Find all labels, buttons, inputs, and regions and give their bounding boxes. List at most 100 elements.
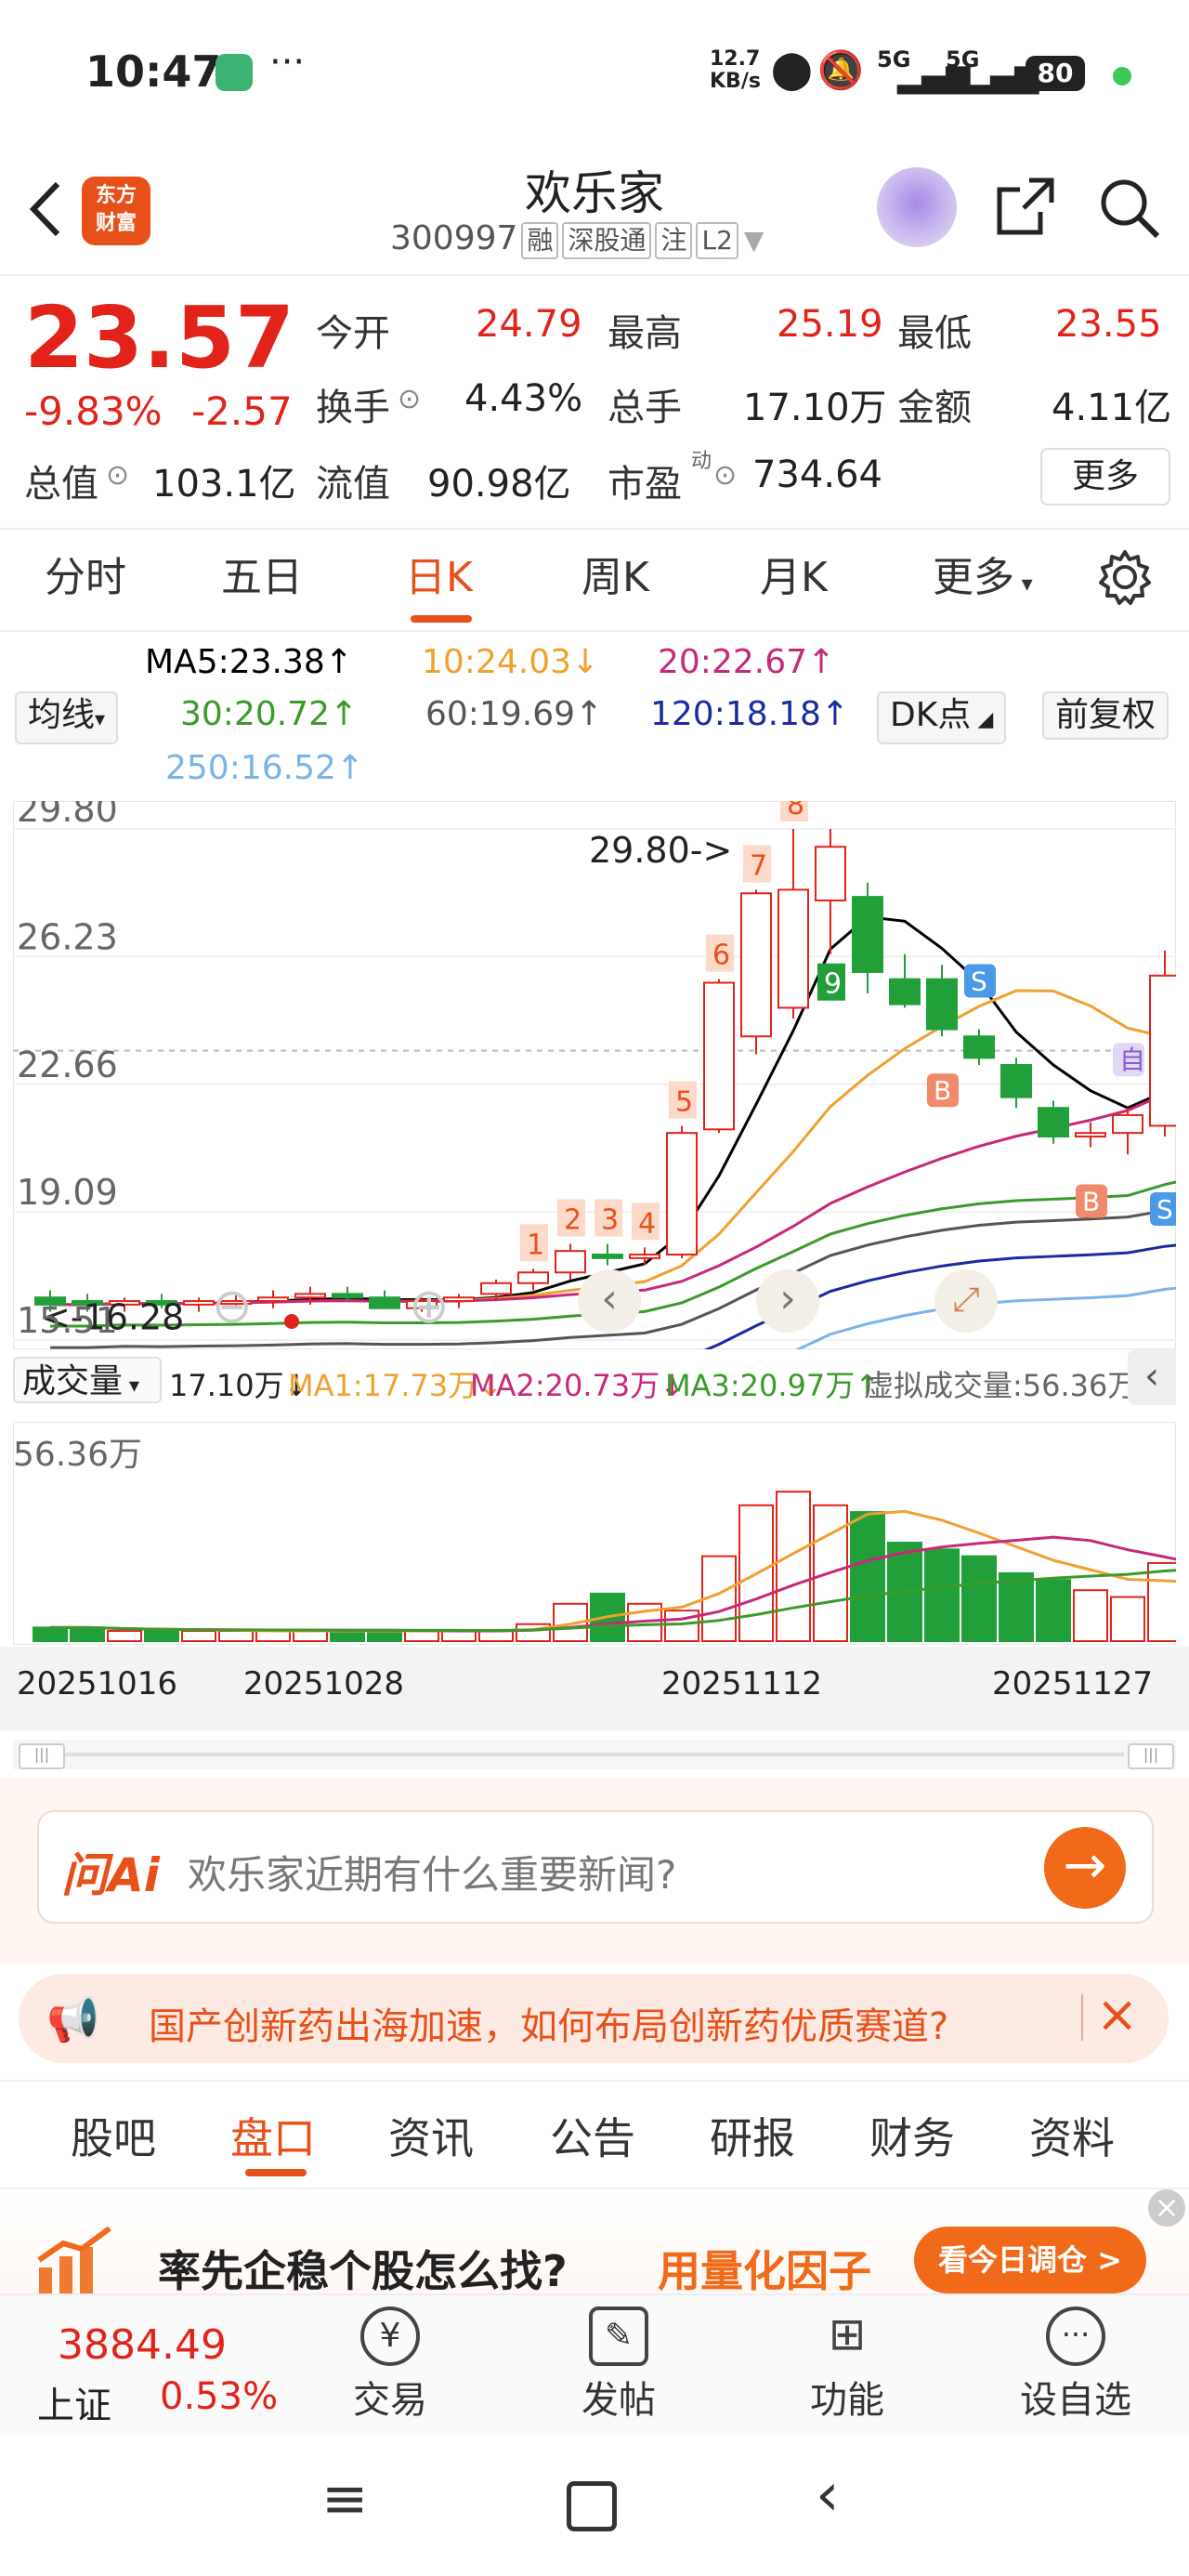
virtual-volume: 虚拟成交量:56.36万 — [864, 1368, 1138, 1403]
tab-five-day[interactable]: 五日 — [221, 544, 303, 603]
candle-body — [629, 1254, 660, 1259]
nav-functions[interactable]: ⊞ 功能 — [773, 2295, 921, 2424]
tab-intraday[interactable]: 分时 — [45, 544, 126, 603]
candle-body — [963, 1035, 995, 1059]
news-banner[interactable]: 📢 国产创新药出海加速，如何布局创新药优质赛道? × — [19, 1974, 1169, 2063]
fullscreen-icon[interactable]: ⤢ — [934, 1269, 998, 1333]
search-icon[interactable] — [1096, 175, 1163, 242]
next-icon[interactable]: › — [756, 1269, 819, 1333]
zoom-in-icon[interactable]: ⊕ — [409, 1279, 450, 1334]
tab-daily-k[interactable]: 日K — [405, 544, 473, 603]
tab-research[interactable]: 研报 — [710, 2105, 795, 2166]
home-icon[interactable] — [567, 2481, 617, 2531]
menu-icon[interactable]: ≡ — [321, 2466, 368, 2531]
index-value[interactable]: 3884.49 — [58, 2321, 227, 2369]
tab-weekly-k[interactable]: 周K — [581, 544, 649, 603]
tab-more[interactable]: 更多 ▾ — [933, 544, 1033, 603]
tab-finance[interactable]: 财务 — [869, 2105, 955, 2166]
volume-bar — [367, 1630, 402, 1642]
ma10-label: 10:24.03↓ — [422, 643, 600, 681]
mute-icon: 🔕 — [817, 49, 864, 92]
ma-type-select[interactable]: 均线▾ — [15, 691, 119, 744]
nine-label: 7 — [750, 849, 767, 882]
adjust-button[interactable]: 前复权 — [1042, 691, 1169, 740]
zoom-out-icon[interactable]: ⊖ — [212, 1279, 253, 1334]
yen-icon: ¥ — [360, 2307, 420, 2366]
tag-l2[interactable]: L2 — [696, 222, 738, 259]
ai-submit-arrow-icon[interactable]: → — [1044, 1827, 1126, 1909]
promo-banner[interactable]: 率先企稳个股怎么找? 用量化因子 看今日调仓 > × — [0, 2189, 1189, 2296]
volume-chart[interactable] — [13, 1422, 1176, 1645]
volume-bar — [441, 1630, 477, 1642]
candle-body — [183, 1300, 215, 1306]
nav-post[interactable]: ✎ 发帖 — [544, 2295, 693, 2424]
volume-bar — [181, 1630, 216, 1642]
vol-ma2: MA2:20.73万↓ — [470, 1368, 686, 1403]
index-change[interactable]: 0.53% — [160, 2375, 278, 2418]
prev-icon[interactable]: ‹ — [578, 1269, 641, 1333]
info-icon[interactable]: ⊙ — [106, 459, 129, 492]
close-icon[interactable]: × — [1096, 1985, 1138, 2044]
candle-body — [852, 896, 883, 973]
info-icon[interactable]: ⊙ — [398, 383, 421, 415]
volume-bar — [1036, 1579, 1071, 1643]
ma120-label: 120:18.18↑ — [650, 695, 850, 733]
robot-avatar-icon[interactable] — [877, 167, 957, 247]
volume-bar — [961, 1555, 997, 1642]
dk-points-button[interactable]: DK点 ◢ — [877, 691, 1007, 744]
active-tab-indicator — [411, 615, 472, 623]
status-bar: 10:47 ··· 12.7 KB/s ⬤ 🔕 5G ▂▄▆ 5G ▂▄▆ 80 — [0, 0, 1189, 149]
candle-body — [1075, 1132, 1106, 1138]
nav-trade[interactable]: ¥ 交易 — [316, 2295, 464, 2424]
tab-news[interactable]: 资讯 — [388, 2105, 474, 2166]
promo-button[interactable]: 看今日调仓 > — [914, 2227, 1146, 2293]
collapse-icon[interactable]: ‹ — [1128, 1349, 1176, 1405]
kline-chart[interactable]: 29.80-><-16.28123456789SB自BSB 29.8026.23… — [13, 801, 1176, 1349]
nine-label: 1 — [527, 1229, 544, 1261]
app-header: 东方 财富 欢乐家 300997 融深股通注 L2 ▼ — [0, 149, 1189, 276]
back-nav-icon[interactable]: ‹ — [816, 2461, 840, 2530]
dots-icon: ··· — [1046, 2307, 1105, 2366]
open-label: 今开 — [316, 312, 390, 355]
volume-bar — [330, 1630, 365, 1642]
candle-body — [926, 978, 958, 1031]
tag-margin: 融 — [521, 222, 559, 259]
share-icon[interactable] — [992, 175, 1057, 240]
tab-monthly-k[interactable]: 月K — [760, 544, 828, 603]
range-handle-right[interactable]: ||| — [1128, 1743, 1174, 1769]
ai-question-input[interactable]: 欢乐家近期有什么重要新闻? — [188, 1844, 676, 1900]
tab-profile[interactable]: 资料 — [1029, 2105, 1115, 2166]
ma5-label: MA5:23.38↑ — [145, 643, 353, 681]
grid-icon: ⊞ — [828, 2308, 867, 2360]
tab-guba[interactable]: 股吧 — [71, 2105, 156, 2166]
ma60-label: 60:19.69↑ — [425, 695, 604, 733]
ai-logo: 问Ai — [61, 1848, 160, 1902]
index-name[interactable]: 上证 — [37, 2375, 111, 2429]
news-banner-text[interactable]: 国产创新药出海加速，如何布局创新药优质赛道? — [149, 1996, 948, 2050]
status-time: 10:47 — [85, 46, 222, 97]
nine-label: 3 — [601, 1203, 619, 1236]
volume-bar — [107, 1630, 142, 1642]
tab-announcements[interactable]: 公告 — [550, 2105, 635, 2166]
active-subtab-indicator — [245, 2169, 307, 2176]
nine-label: 9 — [824, 968, 842, 1001]
volume-value: 17.10万 — [743, 387, 887, 429]
volume-bar — [293, 1630, 328, 1642]
tab-pankou[interactable]: 盘口 — [230, 2105, 316, 2166]
ma30-label: 30:20.72↑ — [180, 695, 359, 733]
range-handle-left[interactable]: ||| — [19, 1743, 65, 1769]
y-tick-label: 26.23 — [17, 916, 118, 957]
divider — [0, 528, 1189, 530]
promo-close-icon[interactable]: × — [1148, 2189, 1185, 2227]
pe-label: 市盈 — [608, 463, 682, 506]
ai-search-box[interactable]: 问Ai 欢乐家近期有什么重要新闻? → — [37, 1810, 1154, 1924]
info-icon[interactable]: ⊙ — [713, 459, 737, 492]
nav-watchlist[interactable]: ··· 设自选 — [1001, 2295, 1150, 2424]
dropdown-icon[interactable]: ▼ — [744, 225, 764, 256]
more-button[interactable]: 更多 — [1040, 448, 1170, 506]
range-scrollbar[interactable]: ||| ||| — [13, 1740, 1176, 1769]
indicator-select[interactable]: 成交量 ▾ — [13, 1357, 162, 1403]
settings-gear-icon[interactable] — [1096, 548, 1154, 606]
candle-body — [740, 892, 772, 1038]
battery-icon: 80 — [1026, 56, 1085, 91]
